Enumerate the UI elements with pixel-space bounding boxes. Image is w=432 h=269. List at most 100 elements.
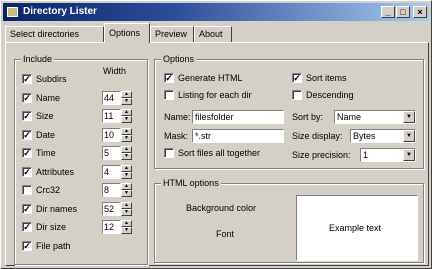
app-icon [7,7,18,17]
size-precision-select[interactable]: 1 ▼ [360,148,416,162]
include-label: Attributes [36,167,75,177]
width-value[interactable]: 12 [102,220,121,234]
size-precision-label: Size precision: [292,150,351,160]
sort-by-label: Sort by: [292,112,324,122]
descending-label: Descending [306,90,354,100]
spin-down-icon[interactable]: ▼ [121,153,132,160]
include-label: File path [36,241,71,251]
maximize-button[interactable]: □ [396,6,410,18]
tab-options[interactable]: Options [104,23,150,43]
size-display-select[interactable]: Bytes ▼ [350,129,416,143]
spinner-arrows[interactable]: ▲ ▼ [121,202,132,216]
app-window: Directory Lister _ □ × Select directorie… [0,0,432,269]
width-spinner[interactable]: 10 ▲ ▼ [102,128,132,142]
font-label[interactable]: Font [216,229,234,239]
listing-each-dir-checkbox[interactable] [164,90,174,100]
spin-up-icon[interactable]: ▲ [121,109,132,116]
width-spinner[interactable]: 44 ▲ ▼ [102,91,132,105]
width-value[interactable]: 44 [102,91,121,105]
listing-each-dir-label: Listing for each dir [178,90,252,100]
sort-together-checkbox[interactable] [164,148,174,158]
spin-down-icon[interactable]: ▼ [121,190,132,197]
include-checkbox[interactable]: ✓ [22,74,32,84]
width-value[interactable]: 11 [102,109,121,123]
close-button[interactable]: × [413,6,427,18]
title-bar[interactable]: Directory Lister _ □ × [3,3,429,21]
width-spinner[interactable]: 8 ▲ ▼ [102,183,132,197]
chevron-down-icon[interactable]: ▼ [403,149,415,161]
spin-up-icon[interactable]: ▲ [121,183,132,190]
include-label: Crc32 [36,185,61,195]
minimize-button[interactable]: _ [381,6,395,18]
width-spinner[interactable]: 5 ▲ ▼ [102,146,132,160]
spin-down-icon[interactable]: ▼ [121,135,132,142]
mask-label: Mask: [164,131,189,141]
spinner-arrows[interactable]: ▲ ▼ [121,146,132,160]
spinner-arrows[interactable]: ▲ ▼ [121,183,132,197]
spinner-arrows[interactable]: ▲ ▼ [121,91,132,105]
spin-up-icon[interactable]: ▲ [121,220,132,227]
sort-by-value: Name [337,112,362,122]
generate-html-checkbox[interactable]: ✓ [164,73,174,83]
chevron-down-icon[interactable]: ▼ [403,111,415,123]
descending-checkbox[interactable] [292,90,302,100]
include-checkbox[interactable]: ✓ [22,93,32,103]
width-header: Width [103,66,127,76]
width-value[interactable]: 5 [102,146,121,160]
example-text: Example text [329,223,382,233]
spin-up-icon[interactable]: ▲ [121,165,132,172]
include-checkbox[interactable]: ✓ [22,167,32,177]
include-label: Dir names [36,204,78,214]
include-label: Time [36,148,56,158]
spin-up-icon[interactable]: ▲ [121,146,132,153]
spin-down-icon[interactable]: ▼ [121,172,132,179]
width-value[interactable]: 52 [102,202,121,216]
spin-up-icon[interactable]: ▲ [121,202,132,209]
width-spinner[interactable]: 4 ▲ ▼ [102,165,132,179]
mask-field[interactable]: *.str [192,129,284,143]
include-label: Name [36,93,61,103]
width-value[interactable]: 4 [102,165,121,179]
spin-down-icon[interactable]: ▼ [121,227,132,234]
options-group-title: Options [161,54,197,64]
spinner-arrows[interactable]: ▲ ▼ [121,128,132,142]
background-color-label[interactable]: Background color [186,203,256,213]
html-options-group-title: HTML options [161,178,221,188]
include-checkbox[interactable]: ✓ [22,222,32,232]
window-title: Directory Lister [23,6,97,17]
width-value[interactable]: 10 [102,128,121,142]
include-checkbox[interactable] [22,185,32,195]
spin-down-icon[interactable]: ▼ [121,98,132,105]
spin-up-icon[interactable]: ▲ [121,128,132,135]
sort-by-select[interactable]: Name ▼ [334,110,416,124]
include-label: Date [36,130,56,140]
spinner-arrows[interactable]: ▲ ▼ [121,165,132,179]
include-checkbox[interactable]: ✓ [22,111,32,121]
include-label: Dir size [36,222,67,232]
size-precision-value: 1 [363,150,369,160]
spin-down-icon[interactable]: ▼ [121,116,132,123]
include-checkbox[interactable]: ✓ [22,241,32,251]
name-field[interactable]: filesfolder [192,110,284,124]
sort-together-label: Sort files all together [178,148,261,158]
include-checkbox[interactable]: ✓ [22,204,32,214]
width-spinner[interactable]: 52 ▲ ▼ [102,202,132,216]
include-label: Subdirs [36,74,67,84]
options-panel: Include Width ✓ Subdirs ✓ Name 44 ▲ ▼ ✓ Size 11 ▲ ▼… [5,42,429,266]
tab-preview[interactable]: Preview [150,26,194,42]
spin-down-icon[interactable]: ▼ [121,209,132,216]
width-spinner[interactable]: 12 ▲ ▼ [102,220,132,234]
sort-items-label: Sort items [306,73,347,83]
chevron-down-icon[interactable]: ▼ [403,130,415,142]
sort-items-checkbox[interactable]: ✓ [292,73,302,83]
width-value[interactable]: 8 [102,183,121,197]
spin-up-icon[interactable]: ▲ [121,91,132,98]
spinner-arrows[interactable]: ▲ ▼ [121,109,132,123]
include-checkbox[interactable]: ✓ [22,148,32,158]
size-display-label: Size display: [292,131,343,141]
include-checkbox[interactable]: ✓ [22,130,32,140]
tab-select-directories[interactable]: Select directories [5,26,104,42]
spinner-arrows[interactable]: ▲ ▼ [121,220,132,234]
width-spinner[interactable]: 11 ▲ ▼ [102,109,132,123]
tab-about[interactable]: About [194,26,232,42]
